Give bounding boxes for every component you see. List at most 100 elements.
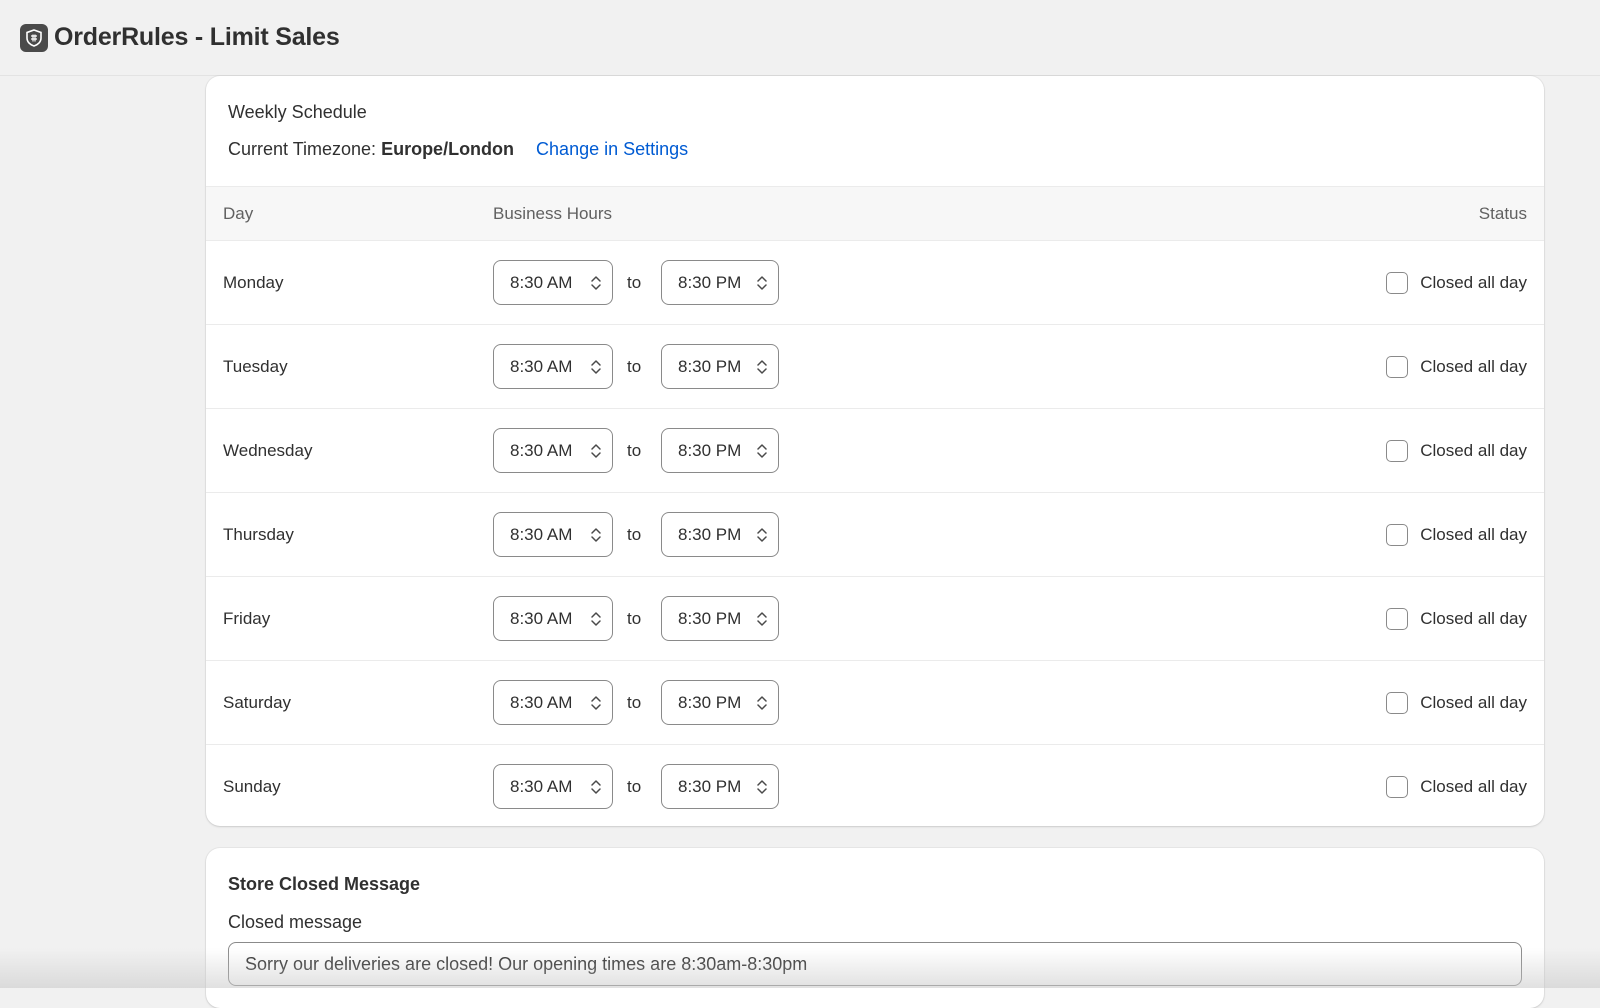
open-time-value: 8:30 AM <box>510 357 572 377</box>
close-time-value: 8:30 PM <box>678 525 741 545</box>
close-time-value: 8:30 PM <box>678 357 741 377</box>
column-header-status: Status <box>1479 204 1527 224</box>
table-row-sunday: Sunday 8:30 AM to 8:30 PM Closed all day <box>206 745 1544 826</box>
schedule-header: Weekly Schedule Current Timezone: Europe… <box>206 76 1544 186</box>
to-label: to <box>627 693 641 713</box>
chevron-updown-icon <box>590 777 602 797</box>
closed-all-day-label: Closed all day <box>1420 777 1527 797</box>
closed-all-day-toggle[interactable]: Closed all day <box>1386 524 1527 546</box>
open-time-value: 8:30 AM <box>510 609 572 629</box>
closed-all-day-label: Closed all day <box>1420 357 1527 377</box>
to-label: to <box>627 609 641 629</box>
open-time-select[interactable]: 8:30 AM <box>493 596 613 641</box>
open-time-value: 8:30 AM <box>510 525 572 545</box>
closed-all-day-toggle[interactable]: Closed all day <box>1386 608 1527 630</box>
timezone-value: Europe/London <box>381 139 514 160</box>
store-closed-title: Store Closed Message <box>228 874 1522 895</box>
app-header: OrderRules - Limit Sales <box>0 0 1600 76</box>
schedule-title: Weekly Schedule <box>228 102 1522 123</box>
app-title: OrderRules - Limit Sales <box>54 23 340 52</box>
day-name: Friday <box>223 609 270 629</box>
open-time-value: 8:30 AM <box>510 693 572 713</box>
chevron-updown-icon <box>590 609 602 629</box>
to-label: to <box>627 273 641 293</box>
close-time-value: 8:30 PM <box>678 693 741 713</box>
closed-all-day-checkbox[interactable] <box>1386 272 1408 294</box>
close-time-value: 8:30 PM <box>678 777 741 797</box>
table-header: Day Business Hours Status <box>206 186 1544 241</box>
schedule-rows: Monday 8:30 AM to 8:30 PM Closed all day… <box>206 241 1544 826</box>
open-time-select[interactable]: 8:30 AM <box>493 428 613 473</box>
chevron-updown-icon <box>590 441 602 461</box>
open-time-value: 8:30 AM <box>510 777 572 797</box>
table-row-monday: Monday 8:30 AM to 8:30 PM Closed all day <box>206 241 1544 325</box>
to-label: to <box>627 357 641 377</box>
store-closed-card: Store Closed Message Closed message Sorr… <box>206 848 1544 1008</box>
open-time-value: 8:30 AM <box>510 273 572 293</box>
close-time-select[interactable]: 8:30 PM <box>661 344 779 389</box>
chevron-updown-icon <box>590 693 602 713</box>
close-time-value: 8:30 PM <box>678 609 741 629</box>
open-time-select[interactable]: 8:30 AM <box>493 344 613 389</box>
day-name: Tuesday <box>223 357 288 377</box>
closed-all-day-checkbox[interactable] <box>1386 776 1408 798</box>
table-row-friday: Friday 8:30 AM to 8:30 PM Closed all day <box>206 577 1544 661</box>
closed-all-day-label: Closed all day <box>1420 609 1527 629</box>
open-time-select[interactable]: 8:30 AM <box>493 764 613 809</box>
chevron-updown-icon <box>756 441 768 461</box>
closed-all-day-checkbox[interactable] <box>1386 440 1408 462</box>
open-time-select[interactable]: 8:30 AM <box>493 512 613 557</box>
chevron-updown-icon <box>756 777 768 797</box>
to-label: to <box>627 525 641 545</box>
table-row-tuesday: Tuesday 8:30 AM to 8:30 PM Closed all da… <box>206 325 1544 409</box>
closed-all-day-checkbox[interactable] <box>1386 356 1408 378</box>
closed-all-day-toggle[interactable]: Closed all day <box>1386 356 1527 378</box>
timezone-line: Current Timezone: Europe/London Change i… <box>228 139 1522 160</box>
closed-all-day-checkbox[interactable] <box>1386 608 1408 630</box>
chevron-updown-icon <box>756 609 768 629</box>
chevron-updown-icon <box>590 525 602 545</box>
open-time-value: 8:30 AM <box>510 441 572 461</box>
chevron-updown-icon <box>756 273 768 293</box>
close-time-value: 8:30 PM <box>678 441 741 461</box>
weekly-schedule-card: Weekly Schedule Current Timezone: Europe… <box>206 76 1544 826</box>
close-time-select[interactable]: 8:30 PM <box>661 260 779 305</box>
close-time-select[interactable]: 8:30 PM <box>661 596 779 641</box>
day-name: Monday <box>223 273 283 293</box>
shield-logo-icon <box>20 24 48 52</box>
chevron-updown-icon <box>756 693 768 713</box>
closed-message-input[interactable]: Sorry our deliveries are closed! Our ope… <box>228 942 1522 986</box>
day-name: Sunday <box>223 777 281 797</box>
table-row-saturday: Saturday 8:30 AM to 8:30 PM Closed all d… <box>206 661 1544 745</box>
column-header-day: Day <box>223 204 253 224</box>
day-name: Saturday <box>223 693 291 713</box>
closed-all-day-toggle[interactable]: Closed all day <box>1386 776 1527 798</box>
column-header-hours: Business Hours <box>493 204 612 224</box>
day-name: Thursday <box>223 525 294 545</box>
close-time-select[interactable]: 8:30 PM <box>661 680 779 725</box>
closed-all-day-toggle[interactable]: Closed all day <box>1386 440 1527 462</box>
open-time-select[interactable]: 8:30 AM <box>493 260 613 305</box>
closed-all-day-label: Closed all day <box>1420 441 1527 461</box>
closed-all-day-label: Closed all day <box>1420 525 1527 545</box>
close-time-select[interactable]: 8:30 PM <box>661 512 779 557</box>
change-settings-link[interactable]: Change in Settings <box>536 139 688 160</box>
close-time-value: 8:30 PM <box>678 273 741 293</box>
close-time-select[interactable]: 8:30 PM <box>661 764 779 809</box>
close-time-select[interactable]: 8:30 PM <box>661 428 779 473</box>
chevron-updown-icon <box>756 525 768 545</box>
chevron-updown-icon <box>590 273 602 293</box>
closed-all-day-label: Closed all day <box>1420 693 1527 713</box>
chevron-updown-icon <box>590 357 602 377</box>
closed-all-day-checkbox[interactable] <box>1386 524 1408 546</box>
table-row-wednesday: Wednesday 8:30 AM to 8:30 PM Closed all … <box>206 409 1544 493</box>
to-label: to <box>627 777 641 797</box>
closed-all-day-toggle[interactable]: Closed all day <box>1386 692 1527 714</box>
closed-all-day-checkbox[interactable] <box>1386 692 1408 714</box>
timezone-label: Current Timezone: <box>228 139 376 160</box>
open-time-select[interactable]: 8:30 AM <box>493 680 613 725</box>
closed-all-day-label: Closed all day <box>1420 273 1527 293</box>
closed-all-day-toggle[interactable]: Closed all day <box>1386 272 1527 294</box>
chevron-updown-icon <box>756 357 768 377</box>
closed-message-label: Closed message <box>228 912 1522 933</box>
